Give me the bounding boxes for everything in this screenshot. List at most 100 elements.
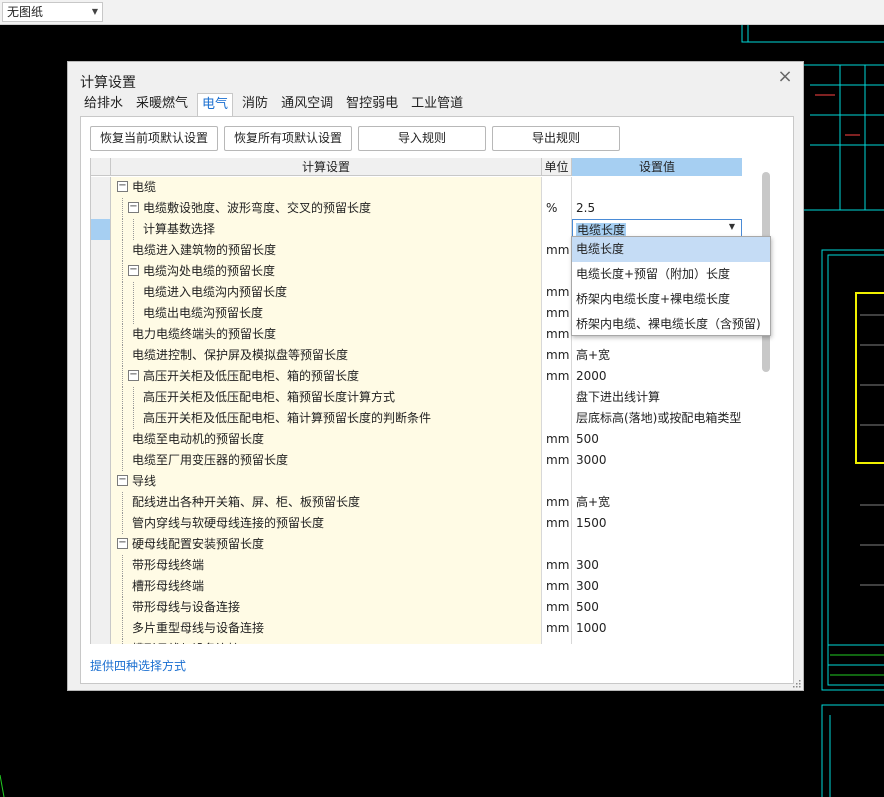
row-value-cell[interactable] (572, 534, 742, 555)
table-row[interactable]: 电缆进控制、保护屏及模拟盘等预留长度 mm 高+宽 (91, 345, 742, 366)
row-value-cell[interactable] (572, 177, 742, 198)
table-row[interactable]: − 电缆 (91, 177, 742, 198)
row-value-cell[interactable]: 1000 (572, 618, 742, 639)
row-indicator[interactable] (91, 513, 111, 534)
tab-hvac[interactable]: 通风空调 (277, 93, 337, 115)
table-row[interactable]: 电缆至电动机的预留长度 mm 500 (91, 429, 742, 450)
row-indicator[interactable] (91, 282, 111, 303)
tab-electrical[interactable]: 电气 (197, 93, 234, 117)
tree-guide-line (122, 408, 123, 429)
row-unit-cell: mm (542, 450, 572, 471)
table-row[interactable]: − 导线 (91, 471, 742, 492)
collapse-toggle-icon[interactable]: − (128, 202, 139, 213)
row-name-text: 高压开关柜及低压配电柜、箱预留长度计算方式 (143, 390, 396, 404)
row-indicator[interactable] (91, 198, 111, 219)
row-name-cell: 电缆出电缆沟预留长度 (111, 303, 542, 324)
row-indicator[interactable] (91, 639, 111, 644)
tree-guide-line (122, 219, 123, 240)
row-value-cell[interactable]: 300 (572, 576, 742, 597)
row-indicator[interactable] (91, 177, 111, 198)
dropdown-option[interactable]: 电缆长度+预留（附加）长度 (572, 262, 770, 287)
row-name-text: 电缆至电动机的预留长度 (132, 432, 265, 446)
row-value-cell[interactable]: 500 (572, 429, 742, 450)
restore-current-default-button[interactable]: 恢复当前项默认设置 (90, 126, 218, 151)
table-row[interactable]: 高压开关柜及低压配电柜、箱计算预留长度的判断条件 层底标高(落地)或按配电箱类型 (91, 408, 742, 429)
collapse-toggle-icon[interactable]: − (117, 475, 128, 486)
table-row[interactable]: 管内穿线与软硬母线连接的预留长度 mm 1500 (91, 513, 742, 534)
row-indicator[interactable] (91, 387, 111, 408)
row-indicator[interactable] (91, 408, 111, 429)
table-row[interactable]: 配线进出各种开关箱、屏、柜、板预留长度 mm 高+宽 (91, 492, 742, 513)
tab-industrial-pipe[interactable]: 工业管道 (407, 93, 467, 115)
row-unit-cell (542, 261, 572, 282)
row-value-cell[interactable]: 500 (572, 639, 742, 644)
tab-smart-low-voltage[interactable]: 智控弱电 (342, 93, 402, 115)
row-indicator[interactable] (91, 303, 111, 324)
row-indicator[interactable] (91, 555, 111, 576)
row-value-cell[interactable]: 层底标高(落地)或按配电箱类型 (572, 408, 742, 429)
row-name-cell: − 电缆敷设弛度、波形弯度、交叉的预留长度 (111, 198, 542, 219)
row-value-cell[interactable]: 1500 (572, 513, 742, 534)
tree-guide-line (122, 345, 123, 366)
tab-heating-gas[interactable]: 采暖燃气 (132, 93, 192, 115)
row-indicator[interactable] (91, 534, 111, 555)
dropdown-option[interactable]: 桥架内电缆长度+裸电缆长度 (572, 287, 770, 312)
row-indicator[interactable] (91, 597, 111, 618)
row-indicator[interactable] (91, 576, 111, 597)
table-row[interactable]: 带形母线与设备连接 mm 500 (91, 597, 742, 618)
row-name-text: 电缆 (132, 180, 157, 194)
collapse-toggle-icon[interactable]: − (117, 538, 128, 549)
row-indicator[interactable] (91, 492, 111, 513)
tab-fire[interactable]: 消防 (238, 93, 272, 115)
row-indicator[interactable] (91, 429, 111, 450)
row-indicator[interactable] (91, 219, 111, 240)
table-row[interactable]: 电缆至厂用变压器的预留长度 mm 3000 (91, 450, 742, 471)
collapse-toggle-icon[interactable]: − (128, 265, 139, 276)
restore-all-default-button[interactable]: 恢复所有项默认设置 (224, 126, 352, 151)
row-indicator[interactable] (91, 345, 111, 366)
row-indicator[interactable] (91, 618, 111, 639)
row-name-cell: 电缆进控制、保护屏及模拟盘等预留长度 (111, 345, 542, 366)
drawing-select[interactable]: 无图纸 ▼ (2, 2, 103, 22)
import-rules-button[interactable]: 导入规则 (358, 126, 486, 151)
tree-guide-line (122, 261, 123, 282)
row-indicator[interactable] (91, 324, 111, 345)
row-indicator[interactable] (91, 261, 111, 282)
table-row[interactable]: − 硬母线配置安装预留长度 (91, 534, 742, 555)
row-value-cell[interactable]: 2.5 (572, 198, 742, 219)
row-value-cell[interactable]: 3000 (572, 450, 742, 471)
export-rules-button[interactable]: 导出规则 (492, 126, 620, 151)
close-icon[interactable]: × (777, 68, 793, 86)
row-value-cell[interactable]: 高+宽 (572, 492, 742, 513)
row-unit-cell: mm (542, 492, 572, 513)
row-name-cell: 带形母线与设备连接 (111, 597, 542, 618)
row-indicator[interactable] (91, 366, 111, 387)
tab-plumbing[interactable]: 给排水 (80, 93, 127, 115)
chevron-down-icon[interactable]: ▼ (729, 222, 735, 231)
table-row[interactable]: 高压开关柜及低压配电柜、箱预留长度计算方式 盘下进出线计算 (91, 387, 742, 408)
row-name-text: 管内穿线与软硬母线连接的预留长度 (132, 516, 325, 530)
table-row[interactable]: − 电缆敷设弛度、波形弯度、交叉的预留长度% 2.5 (91, 198, 742, 219)
row-indicator[interactable] (91, 240, 111, 261)
table-row[interactable]: 槽形母线终端 mm 300 (91, 576, 742, 597)
row-value-cell[interactable]: 300 (572, 555, 742, 576)
row-indicator[interactable] (91, 450, 111, 471)
collapse-toggle-icon[interactable]: − (128, 370, 139, 381)
row-value-cell[interactable]: 2000 (572, 366, 742, 387)
collapse-toggle-icon[interactable]: − (117, 181, 128, 192)
row-indicator[interactable] (91, 471, 111, 492)
drawing-select-value: 无图纸 (7, 5, 44, 19)
row-value-cell[interactable]: 500 (572, 597, 742, 618)
table-row[interactable]: 槽形母线与设备连接 mm500 (91, 639, 742, 644)
row-unit-cell: mm (542, 240, 572, 261)
tree-guide-line (122, 555, 123, 576)
table-row[interactable]: 多片重型母线与设备连接 mm 1000 (91, 618, 742, 639)
row-value-cell[interactable] (572, 471, 742, 492)
table-row[interactable]: 带形母线终端 mm 300 (91, 555, 742, 576)
dropdown-option[interactable]: 桥架内电缆、裸电缆长度（含预留) (572, 312, 770, 337)
resize-grip-icon[interactable] (793, 680, 801, 688)
row-value-cell[interactable]: 高+宽 (572, 345, 742, 366)
table-row[interactable]: − 高压开关柜及低压配电柜、箱的预留长度 mm 2000 (91, 366, 742, 387)
dropdown-option[interactable]: 电缆长度 (572, 237, 770, 262)
row-value-cell[interactable]: 盘下进出线计算 (572, 387, 742, 408)
